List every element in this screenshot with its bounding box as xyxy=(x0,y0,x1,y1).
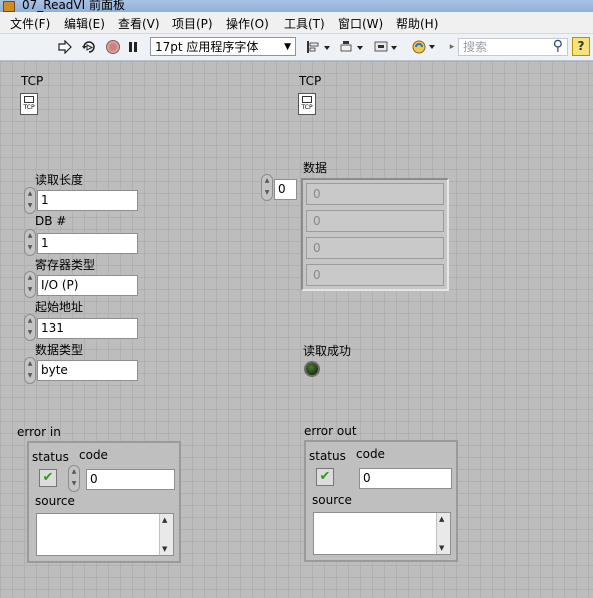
data-array-element: 0 xyxy=(306,183,444,205)
resize-objects-icon[interactable] xyxy=(372,38,402,56)
menu-edit[interactable]: 编辑(E) xyxy=(64,15,105,32)
error-out-status-indicator: ✔ xyxy=(316,468,334,486)
data-array-element: 0 xyxy=(306,210,444,232)
chevron-down-icon: ▼ xyxy=(284,42,291,52)
read-length-label: 读取长度 xyxy=(35,173,84,187)
abort-execution-icon[interactable] xyxy=(104,38,122,56)
tcp-left-label: TCP xyxy=(21,74,44,88)
error-in-status-checkbox[interactable]: ✔ xyxy=(39,469,57,487)
error-out-code-label: code xyxy=(356,447,385,461)
front-panel: TCP TCP TCP TCP 读取长度 ▲ ▼ 1 DB # ▲ ▼ 1 寄存器类… xyxy=(0,61,593,598)
title-bar: 07_ReadVI 前面板 xyxy=(0,0,593,12)
error-out-source-label: source xyxy=(312,493,352,507)
read-length-input[interactable]: 1 xyxy=(37,190,138,211)
db-number-increment-icon[interactable]: ▲ ▼ xyxy=(24,229,36,256)
error-out-status-label: status xyxy=(309,449,346,463)
data-array-label: 数据 xyxy=(303,161,328,175)
error-out-code-display: 0 xyxy=(359,468,452,489)
read-success-label: 读取成功 xyxy=(303,344,352,358)
run-continuously-icon[interactable] xyxy=(80,38,98,56)
menu-view[interactable]: 查看(V) xyxy=(118,15,160,32)
scroll-down-icon[interactable]: ▼ xyxy=(439,544,444,552)
data-type-increment-icon[interactable]: ▲ ▼ xyxy=(24,357,36,384)
start-address-label: 起始地址 xyxy=(35,300,84,314)
text-settings-value: 17pt 应用程序字体 xyxy=(155,40,259,54)
vi-window-icon xyxy=(3,1,15,12)
reorder-icon[interactable] xyxy=(410,38,440,56)
error-out-source-scrollbar[interactable]: ▲ ▼ xyxy=(436,513,450,554)
data-array-index-input[interactable]: 0 xyxy=(274,179,297,200)
error-in-cluster: status code ✔ ▲ ▼ 0 source ▲ ▼ xyxy=(27,441,181,563)
data-array-element: 0 xyxy=(306,264,444,286)
read-length-increment-icon[interactable]: ▲ ▼ xyxy=(24,187,36,214)
register-type-select[interactable]: I/O (P) xyxy=(37,275,138,296)
scroll-up-icon[interactable]: ▲ xyxy=(439,515,444,523)
search-icon[interactable]: ⚲ xyxy=(553,38,563,55)
db-number-input[interactable]: 1 xyxy=(37,233,138,254)
data-type-select[interactable]: byte xyxy=(37,360,138,381)
error-in-status-label: status xyxy=(32,450,69,464)
menu-tools[interactable]: 工具(T) xyxy=(284,15,325,32)
distribute-objects-icon[interactable] xyxy=(338,38,368,56)
register-type-increment-icon[interactable]: ▲ ▼ xyxy=(24,271,36,298)
error-out-source-textarea: ▲ ▼ xyxy=(313,512,451,555)
menu-file[interactable]: 文件(F) xyxy=(10,15,50,32)
search-placeholder: 搜索 xyxy=(463,40,488,54)
toolbar-separator-icon: ▸ xyxy=(449,42,455,52)
error-in-code-input[interactable]: 0 xyxy=(86,469,175,490)
window-title: 07_ReadVI 前面板 xyxy=(22,0,125,12)
search-input[interactable]: 搜索 ⚲ xyxy=(458,38,568,56)
error-in-source-label: source xyxy=(35,494,75,508)
register-type-label: 寄存器类型 xyxy=(35,258,96,272)
menu-operate[interactable]: 操作(O) xyxy=(226,15,269,32)
data-array-frame: 0 0 0 0 xyxy=(301,178,449,291)
error-in-source-textarea[interactable]: ▲ ▼ xyxy=(36,513,174,556)
align-objects-icon[interactable] xyxy=(304,38,334,56)
error-in-source-scrollbar[interactable]: ▲ ▼ xyxy=(159,514,173,555)
error-in-code-spinner[interactable]: ▲ ▼ xyxy=(68,465,80,492)
menu-window[interactable]: 窗口(W) xyxy=(338,15,383,32)
pause-icon[interactable] xyxy=(125,38,141,56)
error-out-cluster: status code ✔ 0 source ▲ ▼ xyxy=(304,440,458,562)
toolbar: 17pt 应用程序字体 ▼ ▸ 搜索 ⚲ ? xyxy=(0,34,593,61)
start-address-increment-icon[interactable]: ▲ ▼ xyxy=(24,314,36,341)
data-type-label: 数据类型 xyxy=(35,343,84,357)
scroll-down-icon[interactable]: ▼ xyxy=(162,545,167,553)
scroll-up-icon[interactable]: ▲ xyxy=(162,516,167,524)
read-success-led xyxy=(304,361,320,377)
menu-help[interactable]: 帮助(H) xyxy=(396,15,438,32)
context-help-button[interactable]: ? xyxy=(572,37,590,56)
error-in-code-label: code xyxy=(79,448,108,462)
menu-bar: 文件(F) 编辑(E) 查看(V) 项目(P) 操作(O) 工具(T) 窗口(W… xyxy=(0,12,593,34)
error-in-label: error in xyxy=(17,425,61,439)
menu-project[interactable]: 项目(P) xyxy=(172,15,213,32)
error-out-label: error out xyxy=(304,424,357,438)
db-number-label: DB # xyxy=(35,214,67,228)
run-arrow-icon[interactable] xyxy=(56,38,74,56)
start-address-input[interactable]: 131 xyxy=(37,318,138,339)
data-array-index-spinner[interactable]: ▲ ▼ xyxy=(261,174,273,201)
tcp-right-label: TCP xyxy=(299,74,322,88)
text-settings-select[interactable]: 17pt 应用程序字体 ▼ xyxy=(150,37,296,56)
tcp-refnum-icon[interactable]: TCP xyxy=(20,93,38,115)
data-array-element: 0 xyxy=(306,237,444,259)
tcp-out-refnum-icon: TCP xyxy=(298,93,316,115)
